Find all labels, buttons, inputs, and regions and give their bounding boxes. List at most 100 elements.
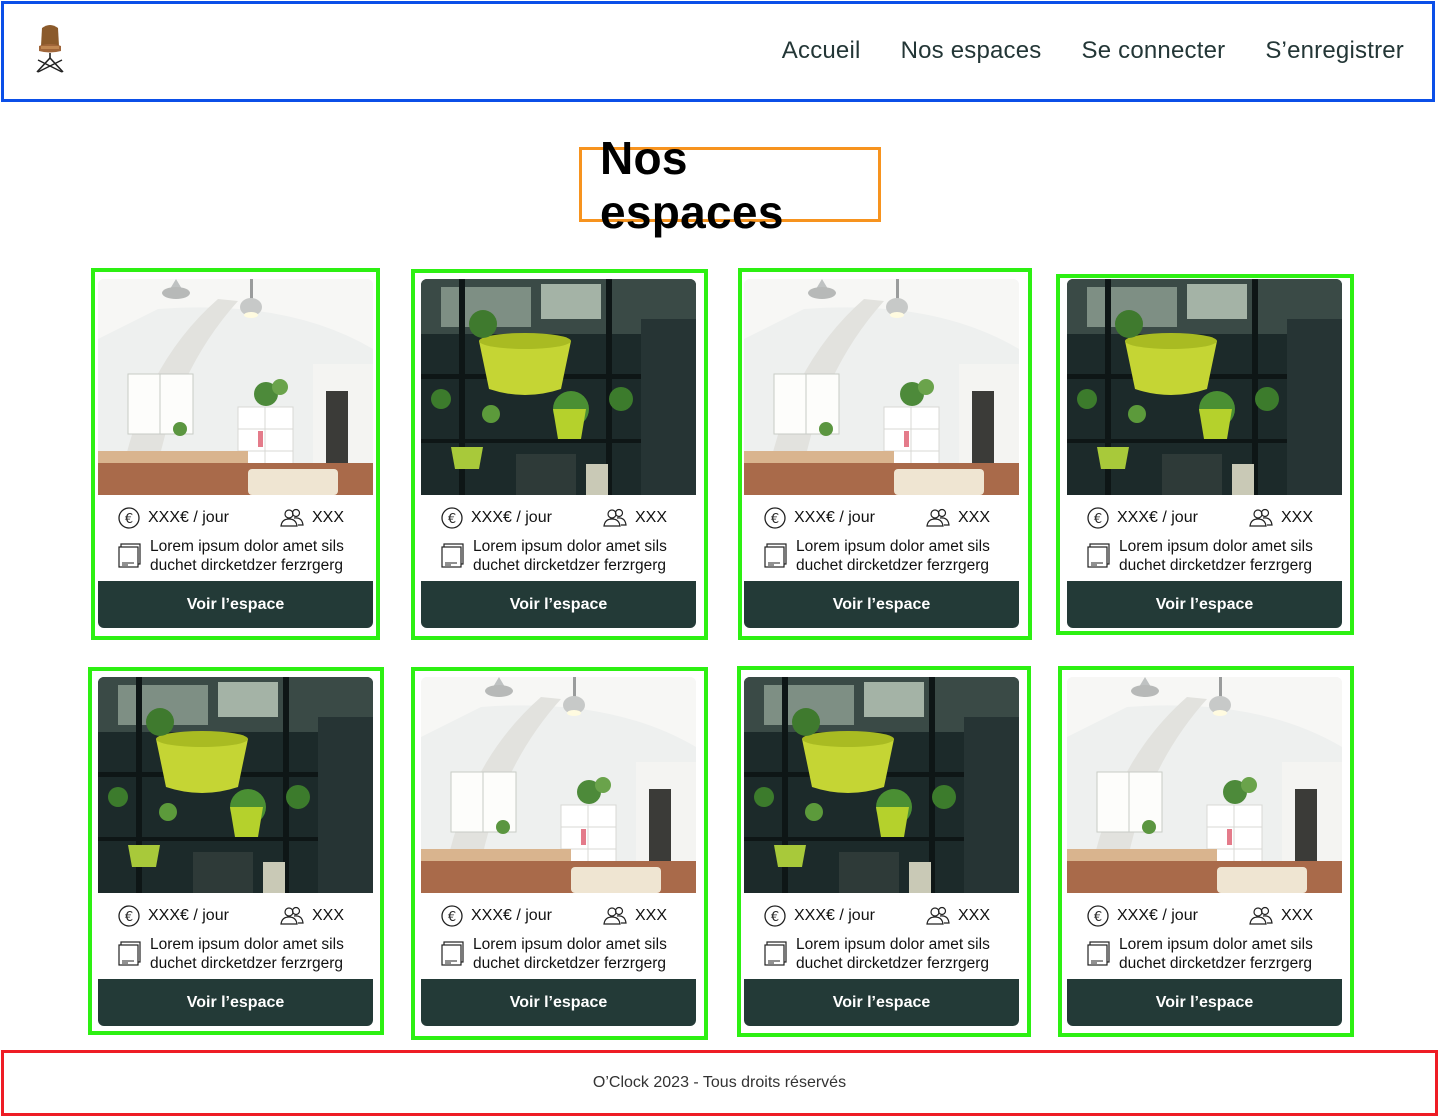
price-info: € XXX€ / jour (441, 903, 552, 929)
footer-copyright: O’Clock 2023 - Tous droits réservés (592, 1074, 847, 1091)
svg-text:€: € (125, 512, 133, 527)
nav-s-enregistrer[interactable]: S’enregistrer (1265, 34, 1404, 68)
price-info: € XXX€ / jour (441, 505, 552, 531)
nav-nos-espaces[interactable]: Nos espaces (901, 34, 1042, 68)
price-text: XXX€ / jour (148, 509, 229, 526)
euro-icon: € (764, 905, 786, 927)
book-icon (441, 941, 464, 966)
card-description-row: Lorem ipsum dolor amet sils duchet dirck… (441, 537, 691, 577)
space-photo[interactable] (421, 677, 696, 893)
book-icon (1087, 543, 1110, 568)
euro-icon: € (118, 905, 140, 927)
description-text: Lorem ipsum dolor amet sils duchet dirck… (1119, 936, 1313, 972)
card-meta-row: € XXX€ / jour XXX (1087, 505, 1327, 531)
capacity-info: XXX (603, 505, 667, 531)
view-space-button[interactable]: Voir l’espace (744, 979, 1019, 1026)
description-text: Lorem ipsum dolor amet sils duchet dirck… (150, 538, 344, 574)
price-info: € XXX€ / jour (118, 505, 229, 531)
capacity-info: XXX (1249, 505, 1313, 531)
capacity-info: XXX (926, 505, 990, 531)
nav-se-connecter[interactable]: Se connecter (1082, 34, 1226, 68)
description-text: Lorem ipsum dolor amet sils duchet dirck… (796, 538, 990, 574)
view-space-button[interactable]: Voir l’espace (421, 979, 696, 1026)
people-icon (280, 508, 304, 527)
book-icon (1087, 941, 1110, 966)
people-icon (603, 906, 627, 925)
card-meta-row: € XXX€ / jour XXX (441, 903, 681, 929)
card-description-row: Lorem ipsum dolor amet sils duchet dirck… (1087, 537, 1337, 577)
space-photo[interactable] (744, 279, 1019, 495)
description-text: Lorem ipsum dolor amet sils duchet dirck… (150, 936, 344, 972)
price-info: € XXX€ / jour (764, 903, 875, 929)
card-meta-row: € XXX€ / jour XXX (764, 505, 1004, 531)
view-space-button[interactable]: Voir l’espace (1067, 979, 1342, 1026)
view-space-button[interactable]: Voir l’espace (98, 581, 373, 628)
description-text: Lorem ipsum dolor amet sils duchet dirck… (473, 538, 667, 574)
price-text: XXX€ / jour (794, 509, 875, 526)
page-title: Nos espaces (600, 131, 784, 238)
space-card: € XXX€ / jour XXX Lorem ipsum dolor amet… (1067, 677, 1342, 1027)
view-space-button[interactable]: Voir l’espace (744, 581, 1019, 628)
description-text: Lorem ipsum dolor amet sils duchet dirck… (796, 936, 990, 972)
view-space-button[interactable]: Voir l’espace (1067, 581, 1342, 628)
view-space-button[interactable]: Voir l’espace (98, 979, 373, 1026)
people-icon (926, 906, 950, 925)
chair-logo-icon[interactable] (32, 24, 68, 76)
space-card: € XXX€ / jour XXX Lorem ipsum dolor amet… (98, 677, 373, 1027)
space-photo[interactable] (1067, 279, 1342, 495)
view-space-button[interactable]: Voir l’espace (421, 581, 696, 628)
capacity-info: XXX (926, 903, 990, 929)
card-description-row: Lorem ipsum dolor amet sils duchet dirck… (764, 935, 1014, 975)
people-icon (280, 906, 304, 925)
space-photo[interactable] (98, 677, 373, 893)
svg-text:€: € (771, 910, 779, 925)
capacity-info: XXX (603, 903, 667, 929)
card-description-row: Lorem ipsum dolor amet sils duchet dirck… (118, 935, 368, 975)
svg-text:€: € (125, 910, 133, 925)
card-description-row: Lorem ipsum dolor amet sils duchet dirck… (118, 537, 368, 577)
space-card: € XXX€ / jour XXX Lorem ipsum dolor amet… (98, 279, 373, 629)
price-info: € XXX€ / jour (118, 903, 229, 929)
card-meta-row: € XXX€ / jour XXX (441, 505, 681, 531)
space-card: € XXX€ / jour XXX Lorem ipsum dolor amet… (421, 677, 696, 1027)
euro-icon: € (441, 905, 463, 927)
space-card: € XXX€ / jour XXX Lorem ipsum dolor amet… (421, 279, 696, 629)
space-photo[interactable] (421, 279, 696, 495)
euro-icon: € (764, 507, 786, 529)
book-icon (441, 543, 464, 568)
page-title-box: Nos espaces (579, 132, 881, 238)
card-meta-row: € XXX€ / jour XXX (118, 903, 358, 929)
main-nav: Accueil Nos espaces Se connecter S’enreg… (742, 34, 1404, 68)
price-info: € XXX€ / jour (764, 505, 875, 531)
svg-text:€: € (1094, 512, 1102, 527)
space-photo[interactable] (744, 677, 1019, 893)
card-meta-row: € XXX€ / jour XXX (118, 505, 358, 531)
card-description-row: Lorem ipsum dolor amet sils duchet dirck… (764, 537, 1014, 577)
description-text: Lorem ipsum dolor amet sils duchet dirck… (473, 936, 667, 972)
price-info: € XXX€ / jour (1087, 903, 1198, 929)
capacity-info: XXX (1249, 903, 1313, 929)
price-text: XXX€ / jour (148, 907, 229, 924)
price-text: XXX€ / jour (1117, 509, 1198, 526)
nav-accueil[interactable]: Accueil (782, 34, 861, 68)
space-photo[interactable] (98, 279, 373, 495)
svg-text:€: € (1094, 910, 1102, 925)
capacity-info: XXX (280, 505, 344, 531)
capacity-text: XXX (958, 907, 991, 924)
space-card: € XXX€ / jour XXX Lorem ipsum dolor amet… (744, 677, 1019, 1027)
euro-icon: € (1087, 905, 1109, 927)
site-footer: O’Clock 2023 - Tous droits réservés (1, 1050, 1438, 1116)
svg-text:€: € (448, 512, 456, 527)
space-card: € XXX€ / jour XXX Lorem ipsum dolor amet… (744, 279, 1019, 629)
price-text: XXX€ / jour (471, 509, 552, 526)
capacity-text: XXX (1281, 907, 1314, 924)
euro-icon: € (118, 507, 140, 529)
people-icon (603, 508, 627, 527)
space-photo[interactable] (1067, 677, 1342, 893)
book-icon (764, 543, 787, 568)
euro-icon: € (1087, 507, 1109, 529)
card-meta-row: € XXX€ / jour XXX (764, 903, 1004, 929)
capacity-text: XXX (312, 509, 345, 526)
capacity-text: XXX (1281, 509, 1314, 526)
capacity-text: XXX (958, 509, 991, 526)
